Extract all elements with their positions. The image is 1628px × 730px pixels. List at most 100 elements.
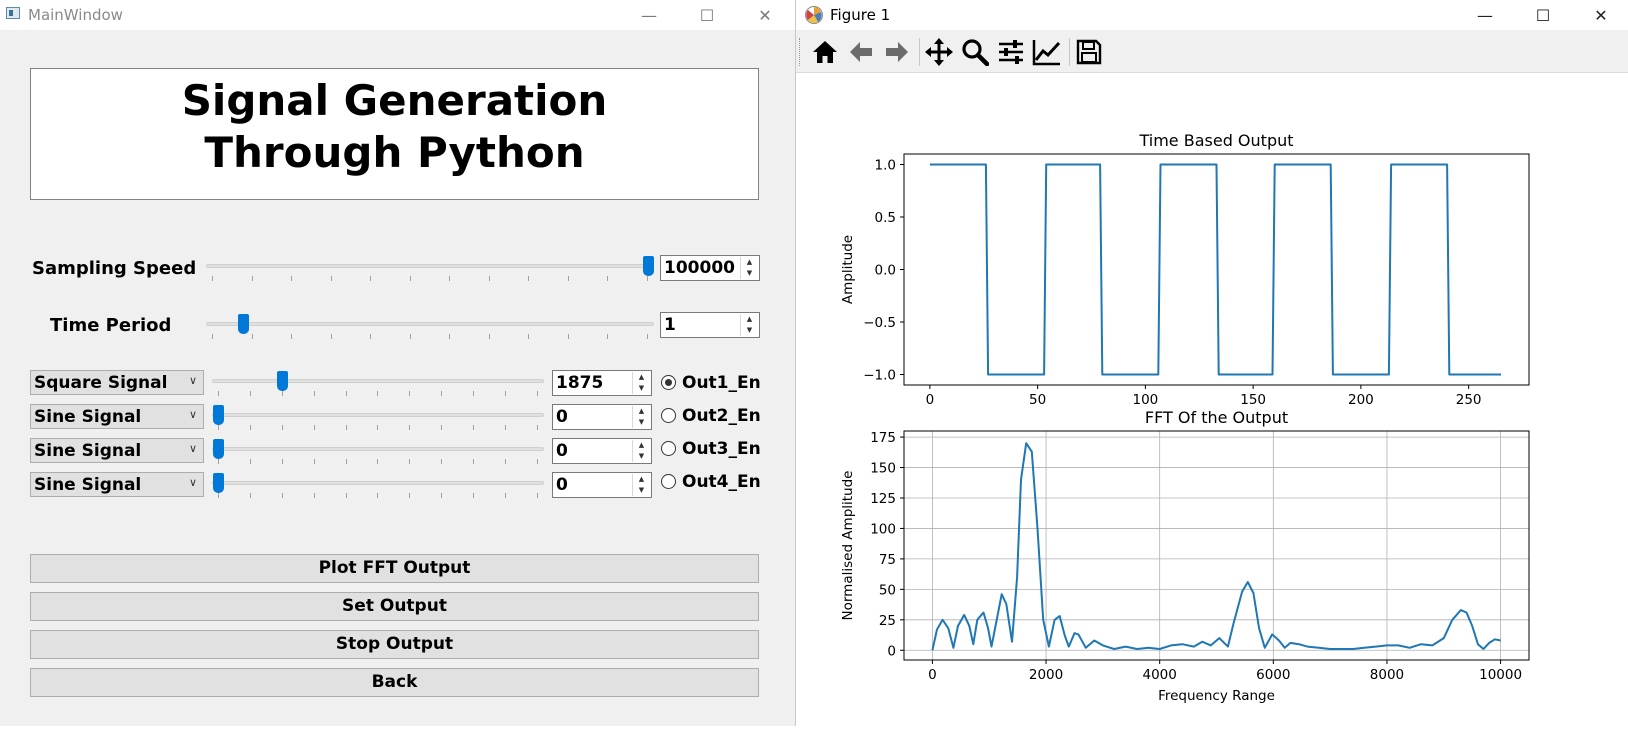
x-axis-label: Frequency Range (1158, 688, 1275, 704)
y-tick-label: 75 (879, 552, 896, 568)
chevron-down-icon[interactable]: ∨ (189, 476, 197, 489)
back-button[interactable]: Back (30, 668, 759, 697)
channel-2-spinbox[interactable]: 0 ▲ ▼ (552, 404, 652, 430)
y-tick-label: −1.0 (863, 368, 896, 384)
main-window-title: MainWindow (28, 6, 123, 24)
channel-3-spinbox[interactable]: 0 ▲ ▼ (552, 438, 652, 464)
signal-type-combo-3[interactable]: Sine Signal ∨ (30, 438, 204, 463)
y-tick-label: 0 (887, 643, 896, 659)
x-tick-label: 150 (1240, 392, 1266, 408)
chart-title: Time Based Output (1138, 131, 1293, 150)
signal-type-combo-1[interactable]: Square Signal ∨ (30, 370, 204, 395)
channel-2-slider[interactable] (212, 405, 544, 433)
slider-handle[interactable] (213, 405, 224, 425)
slider-handle[interactable] (237, 314, 249, 334)
minimize-icon[interactable]: — (620, 0, 678, 30)
x-tick-label: 200 (1348, 392, 1374, 408)
minimize-icon[interactable]: — (1456, 0, 1514, 30)
x-tick-label: 250 (1456, 392, 1482, 408)
sampling-speed-slider[interactable] (206, 256, 654, 284)
channel-1-spinbox[interactable]: 1875 ▲ ▼ (552, 370, 652, 396)
figure-canvas[interactable]: 0 50 100 150 200 250 1.0 0.5 0.0 −0.5 −1.0 Time Bas… (796, 73, 1628, 726)
save-icon[interactable] (1073, 37, 1105, 67)
sampling-speed-spinbox[interactable]: 100000 ▲ ▼ (660, 255, 760, 281)
toolbar-grip[interactable] (799, 38, 803, 66)
channel-4-spinbox[interactable]: 0 ▲ ▼ (552, 472, 652, 498)
spin-arrows-icon[interactable]: ▲ ▼ (632, 406, 650, 428)
chevron-down-icon[interactable]: ∨ (189, 374, 197, 387)
plot-fft-button[interactable]: Plot FFT Output (30, 554, 759, 583)
channel-2-value[interactable]: 0 (556, 407, 568, 427)
time-period-label: Time Period (50, 315, 172, 336)
figure-titlebar: Figure 1 — ☐ ✕ (796, 0, 1628, 30)
back-arrow-icon[interactable] (845, 37, 877, 67)
spin-arrows-icon[interactable]: ▲ ▼ (632, 440, 650, 462)
maximize-icon[interactable]: ☐ (678, 0, 736, 30)
sampling-speed-value[interactable]: 100000 (664, 258, 735, 278)
signal-type-value[interactable]: Square Signal (34, 373, 167, 393)
chevron-down-icon[interactable]: ∨ (189, 408, 197, 421)
set-output-button[interactable]: Set Output (30, 592, 759, 621)
app-window-icon (6, 7, 20, 19)
channel-4-value[interactable]: 0 (556, 475, 568, 495)
spin-arrows-icon[interactable]: ▲ ▼ (632, 372, 650, 394)
main-titlebar: MainWindow — ☐ ✕ (0, 0, 795, 30)
matplotlib-logo-icon (804, 5, 824, 29)
figure-window: Figure 1 — ☐ ✕ 0 50 100 150 200 250 1.0 … (795, 0, 1628, 726)
stop-output-button[interactable]: Stop Output (30, 630, 759, 659)
spin-arrows-icon[interactable]: ▲ ▼ (740, 314, 758, 336)
x-tick-label: 2000 (1029, 667, 1063, 683)
signal-type-value[interactable]: Sine Signal (34, 475, 141, 495)
axes-edit-icon[interactable] (1031, 37, 1063, 67)
figure-svg: 0 50 100 150 200 2501.00.50.0−0.5−1.0Time Bas… (840, 131, 1530, 704)
home-icon[interactable] (809, 37, 841, 67)
channel-1-value[interactable]: 1875 (556, 373, 603, 393)
channel-1-slider[interactable] (212, 371, 544, 399)
toolbar-separator (919, 38, 920, 66)
y-tick-label: 25 (879, 613, 896, 629)
chart-title: FFT Of the Output (1145, 408, 1288, 427)
signal-type-value[interactable]: Sine Signal (34, 407, 141, 427)
series-line (931, 442, 1501, 651)
toolbar-separator (1069, 38, 1070, 66)
x-tick-label: 10000 (1479, 667, 1522, 683)
forward-arrow-icon[interactable] (881, 37, 913, 67)
time-period-slider[interactable] (206, 314, 654, 342)
spin-arrows-icon[interactable]: ▲ ▼ (740, 257, 758, 279)
y-tick-label: 150 (870, 461, 896, 477)
channel-4-slider[interactable] (212, 473, 544, 501)
time-period-spinbox[interactable]: 1 ▲ ▼ (660, 312, 760, 338)
close-icon[interactable]: ✕ (736, 0, 794, 30)
maximize-icon[interactable]: ☐ (1514, 0, 1572, 30)
y-axis-label: Normalised Amplitude (840, 471, 856, 621)
slider-handle[interactable] (213, 473, 224, 493)
out2-label: Out2_En (682, 406, 761, 426)
main-window: MainWindow — ☐ ✕ Signal Generation Throu… (0, 0, 795, 726)
out4-radio[interactable] (661, 474, 676, 489)
zoom-icon[interactable] (959, 37, 991, 67)
x-tick-label: 8000 (1370, 667, 1404, 683)
signal-type-value[interactable]: Sine Signal (34, 441, 141, 461)
y-tick-label: 100 (870, 521, 896, 537)
out2-radio[interactable] (661, 408, 676, 423)
out3-radio[interactable] (661, 441, 676, 456)
slider-handle[interactable] (213, 439, 224, 459)
pan-icon[interactable] (923, 37, 955, 67)
spin-arrows-icon[interactable]: ▲ ▼ (632, 474, 650, 496)
out3-label: Out3_En (682, 439, 761, 459)
close-icon[interactable]: ✕ (1572, 0, 1628, 30)
channel-3-value[interactable]: 0 (556, 441, 568, 461)
time-period-value[interactable]: 1 (664, 315, 676, 335)
signal-type-combo-4[interactable]: Sine Signal ∨ (30, 472, 204, 497)
out1-label: Out1_En (682, 373, 761, 393)
signal-type-combo-2[interactable]: Sine Signal ∨ (30, 404, 204, 429)
x-tick-label: 50 (1029, 392, 1046, 408)
channel-3-slider[interactable] (212, 439, 544, 467)
out1-radio[interactable] (661, 375, 676, 390)
subplots-icon[interactable] (995, 37, 1027, 67)
slider-handle[interactable] (643, 256, 654, 276)
heading-line-1: Signal Generation (181, 76, 608, 125)
slider-handle[interactable] (277, 371, 288, 391)
chevron-down-icon[interactable]: ∨ (189, 442, 197, 455)
y-tick-label: −0.5 (863, 315, 896, 331)
